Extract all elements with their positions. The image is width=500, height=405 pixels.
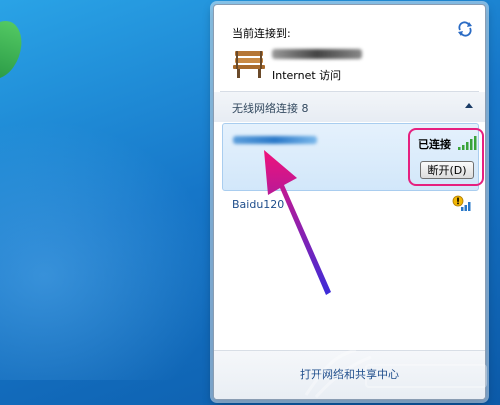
open-network-center-link[interactable]: 打开网络和共享中心 [214,366,485,382]
bench-icon [233,51,265,78]
network-name: Baidu120 [232,198,285,211]
disconnect-button[interactable]: 断开(D) [420,161,474,179]
desktop-wallpaper-leaf [0,14,30,86]
network-flyout: 当前连接到: Internet 访问 无线网络连接 8 已连接 断开(D) Ba… [213,4,486,400]
signal-bars-icon [458,136,477,150]
desktop-wallpaper-glow [0,120,220,380]
refresh-icon[interactable] [457,21,473,37]
open-network-warning-icon [452,195,471,211]
connected-network-name-blurred [272,49,362,59]
highlight-box: 已连接 断开(D) [408,128,484,186]
current-connection-section: 当前连接到: Internet 访问 [214,5,485,91]
connected-network-item[interactable]: 已连接 断开(D) [222,123,484,191]
connected-status-text: 已连接 [418,138,451,151]
chevron-up-icon[interactable] [465,103,473,108]
flyout-footer: 打开网络和共享中心 [214,350,485,399]
wireless-section-header[interactable]: 无线网络连接 8 [214,92,485,122]
wireless-section-label: 无线网络连接 8 [232,102,309,115]
selected-network-name-blurred [233,136,317,144]
network-item[interactable]: Baidu120 [214,189,485,217]
current-connection-label: 当前连接到: [232,27,291,40]
internet-access-label: Internet 访问 [272,69,342,82]
